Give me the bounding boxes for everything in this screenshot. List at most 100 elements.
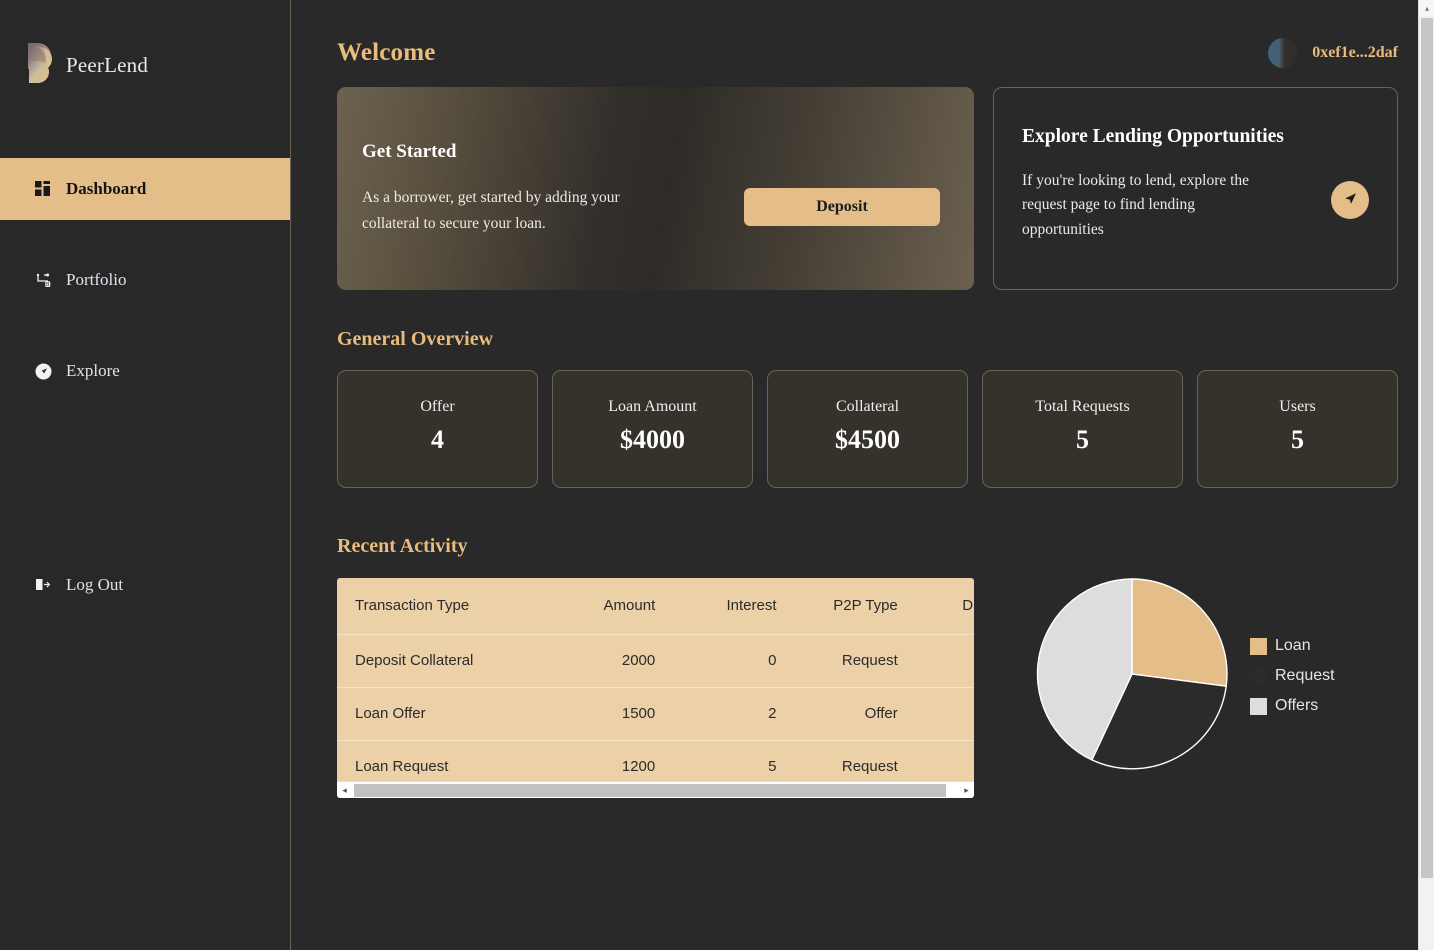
scrollbar-track[interactable] <box>352 782 959 798</box>
stat-value: $4500 <box>835 425 900 454</box>
stat-label: Loan Amount <box>608 398 697 415</box>
table-row[interactable]: Loan Request 1200 5 Request 6 <box>337 740 974 781</box>
avatar <box>1268 38 1299 68</box>
pie-chart-legend: Loan Request Offers <box>1250 635 1335 725</box>
cell-amount: 1200 <box>621 758 656 776</box>
cell-p2p-type: Offer <box>794 687 916 741</box>
legend-label: Offers <box>1275 697 1319 714</box>
legend-item-request[interactable]: Request <box>1250 665 1335 695</box>
legend-item-offers[interactable]: Offers <box>1250 695 1335 725</box>
stat-card-offer: Offer 4 <box>337 370 538 488</box>
cell-p2p-type: Request <box>841 758 898 776</box>
cell-interest: 5 <box>768 758 777 776</box>
main-content: Welcome 0xef1e...2daf Get Started As a b… <box>291 0 1434 950</box>
column-header-duration[interactable]: Duration <box>915 578 974 635</box>
grid-dashboard-icon <box>34 180 52 198</box>
recent-activity-title: Recent Activity <box>337 535 468 557</box>
hero-cards: Get Started As a borrower, get started b… <box>337 87 1398 290</box>
activity-pie-chart: Loan Request Offers <box>974 578 1398 770</box>
stat-label: Collateral <box>835 398 900 415</box>
table-header-row: Transaction Type Amount Interest P2P Typ… <box>337 578 974 635</box>
sidebar-item-label: Log Out <box>66 575 124 594</box>
cell-amount: 1500 <box>552 687 674 741</box>
column-header-p2p-type[interactable]: P2P Type <box>794 578 916 635</box>
get-started-text: Get Started As a borrower, get started b… <box>337 141 667 235</box>
legend-label: Loan <box>1275 637 1311 654</box>
scrollbar-thumb[interactable] <box>354 783 946 797</box>
logout-arrow-icon <box>34 576 52 594</box>
cell-transaction-type: Deposit Collateral <box>337 634 552 688</box>
stat-label: Offer <box>420 398 455 415</box>
explore-card-description: If you're looking to lend, explore the r… <box>1022 172 1250 238</box>
stat-label: Total Requests <box>1035 398 1130 415</box>
network-tree-icon: B <box>34 271 52 289</box>
activity-table: Transaction Type Amount Interest P2P Typ… <box>337 578 974 781</box>
scroll-right-arrow-icon[interactable]: ▸ <box>959 783 974 798</box>
get-started-title: Get Started <box>362 141 457 163</box>
sidebar-nav: Dashboard B Portfolio Explore <box>0 158 290 402</box>
column-header-interest[interactable]: Interest <box>673 578 795 635</box>
activity-table-head: Transaction Type Amount Interest P2P Typ… <box>337 578 974 635</box>
cell-interest: 0 <box>673 634 795 688</box>
page-scrollbar-thumb[interactable] <box>1421 18 1433 878</box>
legend-swatch-offers <box>1250 698 1267 715</box>
stat-card-users: Users 5 <box>1197 370 1398 488</box>
stat-card-collateral: Collateral $4500 <box>767 370 968 488</box>
scroll-left-arrow-icon[interactable]: ◂ <box>337 783 352 798</box>
cell-transaction-type: Loan Offer <box>337 687 552 741</box>
sidebar-item-label: Dashboard <box>66 179 147 198</box>
legend-swatch-request <box>1250 668 1267 685</box>
stat-card-loan-amount: Loan Amount $4000 <box>552 370 753 488</box>
table-row[interactable]: Deposit Collateral 2000 0 Request 0 <box>337 634 974 688</box>
peerlend-p-logo-icon <box>26 41 54 89</box>
activity-table-body: Deposit Collateral 2000 0 Request 0 Loan… <box>337 634 974 781</box>
legend-label: Request <box>1275 667 1335 684</box>
cell-interest: 2 <box>673 687 795 741</box>
legend-item-loan[interactable]: Loan <box>1250 635 1335 665</box>
send-navigation-icon <box>1342 190 1359 210</box>
app-root: PeerLend Dashboard B Portfolio Explore L… <box>0 0 1434 950</box>
explore-card-title: Explore Lending Opportunities <box>1022 126 1284 147</box>
cell-duration: 0 <box>915 634 974 688</box>
brand-logo[interactable]: PeerLend <box>0 0 290 90</box>
table-row[interactable]: Loan Offer 1500 2 Offer 3 <box>337 687 974 741</box>
explore-navigate-button[interactable] <box>1331 181 1369 219</box>
cell-transaction-type: Loan Request <box>355 758 449 776</box>
stat-value: 5 <box>1076 425 1089 454</box>
column-header-amount[interactable]: Amount <box>552 578 674 635</box>
stat-label: Users <box>1279 398 1316 415</box>
cell-duration: 6 <box>916 740 974 781</box>
sidebar-item-portfolio[interactable]: B Portfolio <box>0 249 290 311</box>
stat-value: $4000 <box>620 425 685 454</box>
pie-chart-svg <box>1036 578 1228 770</box>
sidebar: PeerLend Dashboard B Portfolio Explore L… <box>0 0 291 950</box>
legend-swatch-loan <box>1250 638 1267 655</box>
sidebar-item-logout[interactable]: Log Out <box>0 566 123 604</box>
table-horizontal-scrollbar[interactable]: ◂ ▸ <box>337 781 974 798</box>
activity-section: Transaction Type Amount Interest P2P Typ… <box>337 578 1398 798</box>
stat-card-total-requests: Total Requests 5 <box>982 370 1183 488</box>
stats-row: Offer 4 Loan Amount $4000 Collateral $45… <box>337 370 1398 488</box>
stat-value: 4 <box>431 425 444 454</box>
cell-duration: 3 <box>915 687 974 741</box>
deposit-button[interactable]: Deposit <box>744 188 940 226</box>
column-header-transaction-type[interactable]: Transaction Type <box>337 578 552 635</box>
sidebar-item-explore[interactable]: Explore <box>0 340 290 402</box>
wallet-address: 0xef1e...2daf <box>1312 44 1398 61</box>
brand-name: PeerLend <box>66 52 149 77</box>
sidebar-item-label: Portfolio <box>66 270 127 289</box>
activity-table-scroll[interactable]: Transaction Type Amount Interest P2P Typ… <box>337 578 974 781</box>
explore-lending-card: Explore Lending Opportunities If you're … <box>993 87 1398 290</box>
general-overview-title: General Overview <box>337 328 494 350</box>
cell-p2p-type: Request <box>794 634 916 688</box>
pie-slice-loan[interactable] <box>1131 578 1228 687</box>
sidebar-item-label: Explore <box>66 361 120 380</box>
cell-amount: 2000 <box>552 634 674 688</box>
topbar: Welcome 0xef1e...2daf <box>337 0 1398 70</box>
activity-table-container: Transaction Type Amount Interest P2P Typ… <box>337 578 974 798</box>
sidebar-item-dashboard[interactable]: Dashboard <box>0 158 290 220</box>
wallet-button[interactable]: 0xef1e...2daf <box>1268 38 1398 68</box>
page-vertical-scrollbar[interactable]: ▴ <box>1418 0 1434 950</box>
scroll-up-arrow-icon[interactable]: ▴ <box>1419 0 1434 16</box>
get-started-description: As a borrower, get started by adding you… <box>362 189 620 232</box>
